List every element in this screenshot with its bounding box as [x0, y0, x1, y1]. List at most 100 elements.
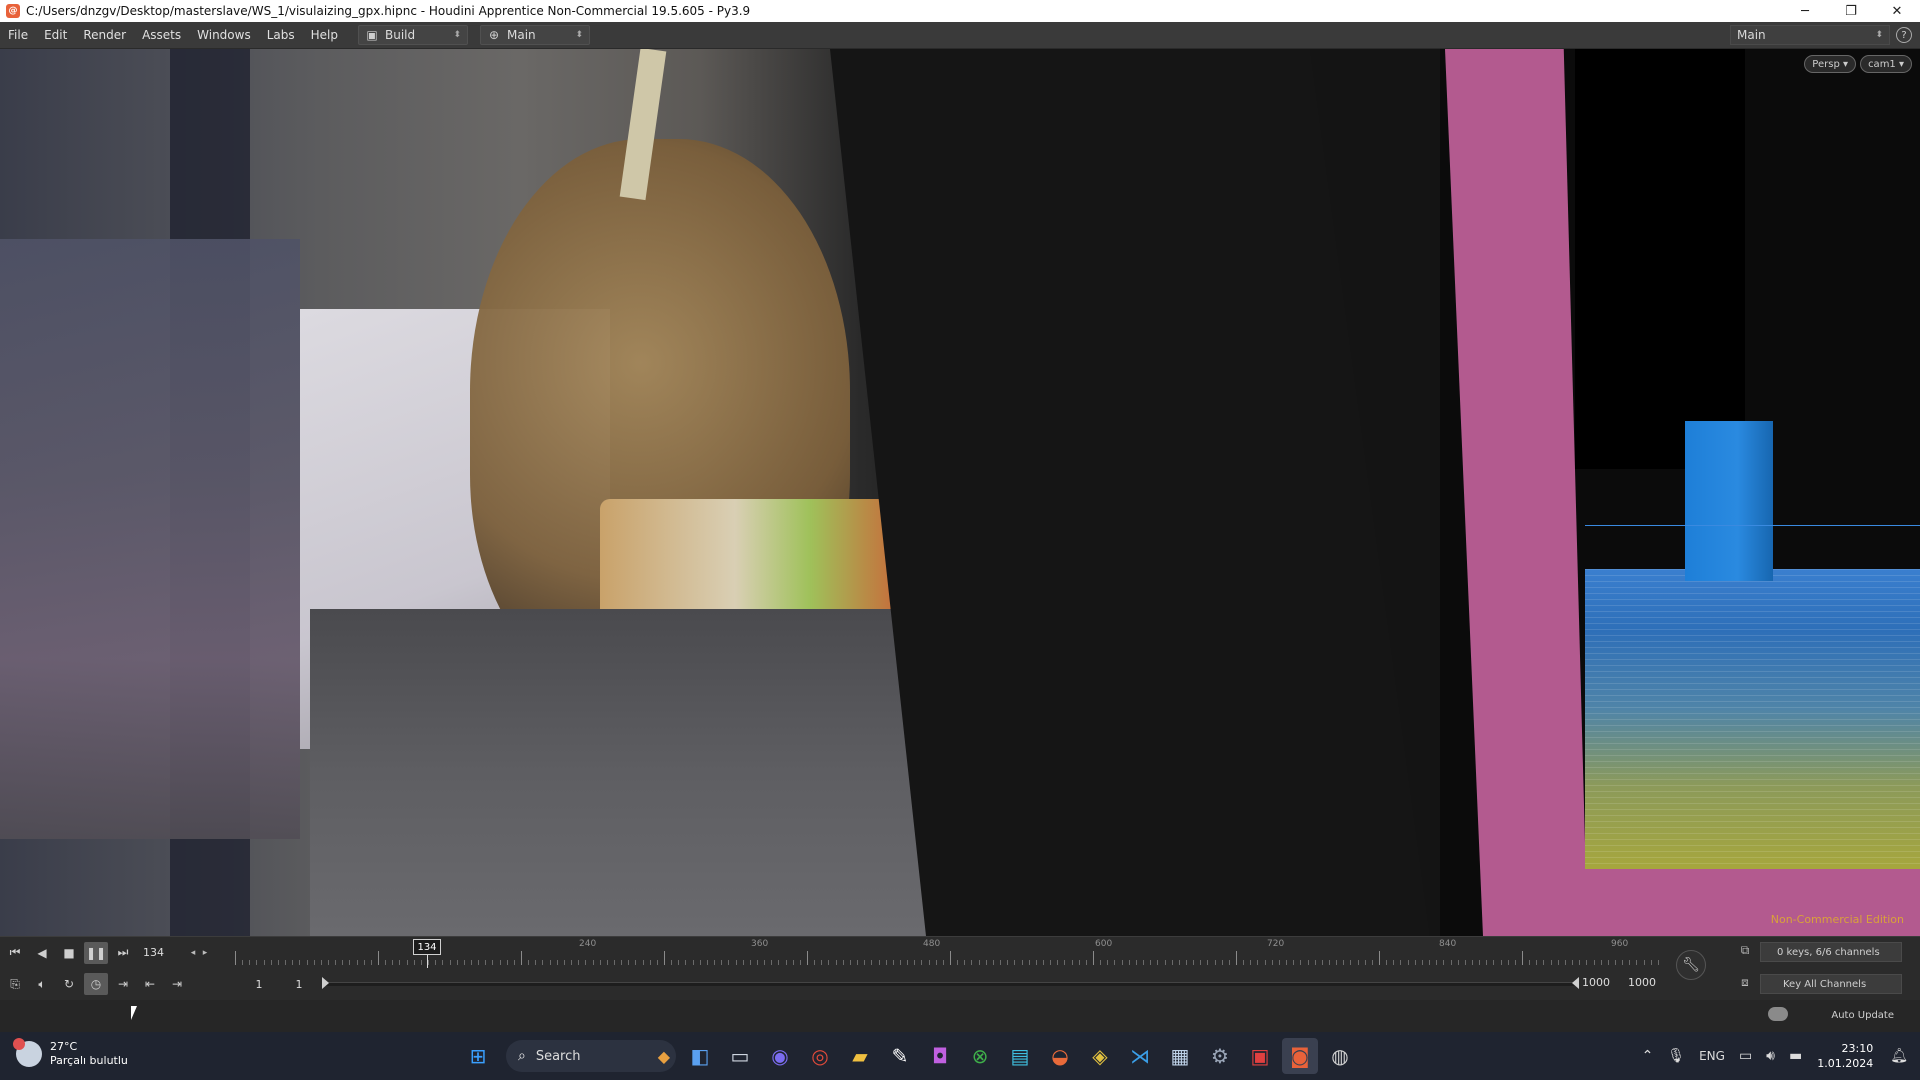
chrome-icon[interactable]: ◎	[802, 1038, 838, 1074]
git-icon[interactable]: ◈	[1082, 1038, 1118, 1074]
range-end-field[interactable]: 1000	[1582, 976, 1610, 989]
build-desktop-select[interactable]: ▣ Build ⬍	[358, 25, 468, 45]
menu-file[interactable]: File	[0, 28, 36, 42]
ruler-tick	[1214, 960, 1216, 965]
step-forward-button[interactable]: ▸	[199, 948, 211, 958]
range-handle-left[interactable]	[322, 977, 329, 989]
range-start-field[interactable]: 1	[239, 978, 279, 991]
non-commercial-watermark: Non-Commercial Edition	[1770, 913, 1904, 926]
keys-channels-display[interactable]: 0 keys, 6/6 channels	[1760, 942, 1902, 962]
ruler-tick	[1007, 960, 1009, 965]
system-monitor-icon[interactable]: ▦	[1162, 1038, 1198, 1074]
range-start2-field[interactable]: 1	[279, 978, 319, 991]
ruler-tick	[242, 960, 244, 965]
ruler-tick	[871, 960, 873, 965]
ruler-tick	[1550, 960, 1552, 965]
auto-update-select[interactable]: Auto Update	[1808, 1006, 1908, 1024]
play-reverse-button[interactable]: ◀	[30, 942, 54, 964]
ruler-tick	[935, 960, 937, 965]
file-explorer-icon[interactable]: ▰	[842, 1038, 878, 1074]
ruler-tick	[399, 960, 401, 965]
ruler-tick	[1328, 960, 1330, 965]
scene-viewport[interactable]: Persp ▾ cam1 ▾ Non-Commercial Edition	[0, 49, 1920, 936]
prev-key-icon[interactable]: ⇤	[138, 973, 162, 995]
widgets-icon[interactable]: ◧	[682, 1038, 718, 1074]
menu-assets[interactable]: Assets	[134, 28, 189, 42]
minimize-button[interactable]: ─	[1782, 0, 1828, 22]
settings-gear-icon[interactable]: ⚙	[1202, 1038, 1238, 1074]
viewport-3d-blue-tower	[1685, 421, 1773, 581]
key-all-channels-button[interactable]: Key All Channels	[1760, 974, 1902, 994]
network-icon[interactable]: ▭	[1739, 1048, 1752, 1064]
pdf-reader-icon[interactable]: ▣	[1242, 1038, 1278, 1074]
menu-edit[interactable]: Edit	[36, 28, 75, 42]
stop-button[interactable]: ■	[57, 942, 81, 964]
key-all-icon[interactable]: ⧈	[1736, 975, 1754, 993]
menu-help[interactable]: Help	[303, 28, 346, 42]
notification-bell-icon[interactable]: 🔔︎	[1890, 1048, 1908, 1064]
key-channels-icon[interactable]: ⧉	[1736, 943, 1754, 961]
github-desktop-icon[interactable]: ◍	[1322, 1038, 1358, 1074]
ruler-tick	[1150, 960, 1152, 965]
microphone-icon[interactable]: 🎙︎	[1667, 1048, 1685, 1064]
step-back-button[interactable]: ◂	[187, 948, 199, 958]
battery-icon[interactable]: ▬	[1789, 1048, 1802, 1064]
jump-end-button[interactable]: ⏭	[111, 942, 135, 964]
jump-start-button[interactable]: ⏮	[3, 942, 27, 964]
ruler-tick	[1014, 960, 1016, 965]
ruler-tick	[807, 951, 808, 965]
xbox-icon[interactable]: ⊗	[962, 1038, 998, 1074]
ruler-tick	[950, 951, 951, 965]
inkscape-icon[interactable]: ✎	[882, 1038, 918, 1074]
loop-icon[interactable]: ↻	[57, 973, 81, 995]
ruler-tick	[1093, 951, 1094, 965]
help-icon[interactable]: ?	[1896, 27, 1912, 43]
task-view-icon[interactable]: ▭	[722, 1038, 758, 1074]
ruler-tick	[1185, 960, 1187, 965]
step-mode-icon[interactable]: ⇥	[111, 973, 135, 995]
main-desktop-select[interactable]: ⊕ Main ⬍	[480, 25, 590, 45]
audio-icon[interactable]: ⎘	[3, 973, 27, 995]
next-key-icon[interactable]: ⇥	[165, 973, 189, 995]
vscode-icon[interactable]: ⋊	[1122, 1038, 1158, 1074]
ruler-tick	[656, 960, 658, 965]
language-indicator[interactable]: ENG	[1699, 1049, 1725, 1063]
taskbar-search[interactable]: ⌕ Search ◆	[506, 1040, 676, 1072]
windows-start-icon[interactable]: ⊞	[460, 1038, 496, 1074]
ruler-tick	[899, 960, 901, 965]
instagram-icon[interactable]: ◘	[922, 1038, 958, 1074]
speaker-icon[interactable]: 🔈︎	[30, 973, 54, 995]
ruler-tick	[621, 960, 623, 965]
ruler-tick	[1414, 960, 1416, 965]
ruler-tick	[1336, 960, 1338, 965]
menu-windows[interactable]: Windows	[189, 28, 259, 42]
playhead-marker[interactable]: 134	[413, 939, 441, 955]
wrench-icon[interactable]: 🔧︎	[1676, 950, 1706, 980]
teams-chat-icon[interactable]: ◉	[762, 1038, 798, 1074]
weather-widget[interactable]: 27°C Parçalı bulutlu	[13, 1038, 128, 1068]
taskbar-clock[interactable]: 23:10 1.01.2024	[1817, 1041, 1873, 1071]
range-slider-track[interactable]	[325, 982, 1577, 986]
windows-taskbar: 27°C Parçalı bulutlu ⊞ ⌕ Search ◆ ◧ ▭ ◉ …	[0, 1032, 1920, 1080]
current-frame-field[interactable]: 134	[139, 943, 187, 963]
camera-select-button[interactable]: cam1 ▾	[1860, 55, 1912, 73]
houdini-taskbar-icon[interactable]: ◙	[1282, 1038, 1318, 1074]
notepad-icon[interactable]: ▤	[1002, 1038, 1038, 1074]
maximize-button[interactable]: ❐	[1828, 0, 1874, 22]
realtime-clock-icon[interactable]: ◷	[84, 973, 108, 995]
pause-button[interactable]: ❚❚	[84, 941, 108, 964]
range-end2-field[interactable]: 1000	[1628, 976, 1656, 989]
tray-overflow-icon[interactable]: ⌃	[1642, 1048, 1654, 1064]
timeline-ruler[interactable]: 240 360 480 600 720 840 960 134	[235, 937, 1665, 969]
menu-render[interactable]: Render	[75, 28, 134, 42]
persp-view-button[interactable]: Persp ▾	[1804, 55, 1856, 73]
range-handle-right[interactable]	[1572, 977, 1579, 989]
menu-labs[interactable]: Labs	[259, 28, 303, 42]
desktop-layout-icon: ▣	[366, 28, 378, 42]
ruler-tick	[435, 960, 437, 965]
close-button[interactable]: ✕	[1874, 0, 1920, 22]
ruler-tick	[420, 960, 422, 965]
main-desktop-right-select[interactable]: Main ⬍	[1730, 25, 1890, 45]
volume-icon[interactable]: 🔊︎	[1766, 1048, 1775, 1064]
houdini-launcher-icon[interactable]: ◒	[1042, 1038, 1078, 1074]
